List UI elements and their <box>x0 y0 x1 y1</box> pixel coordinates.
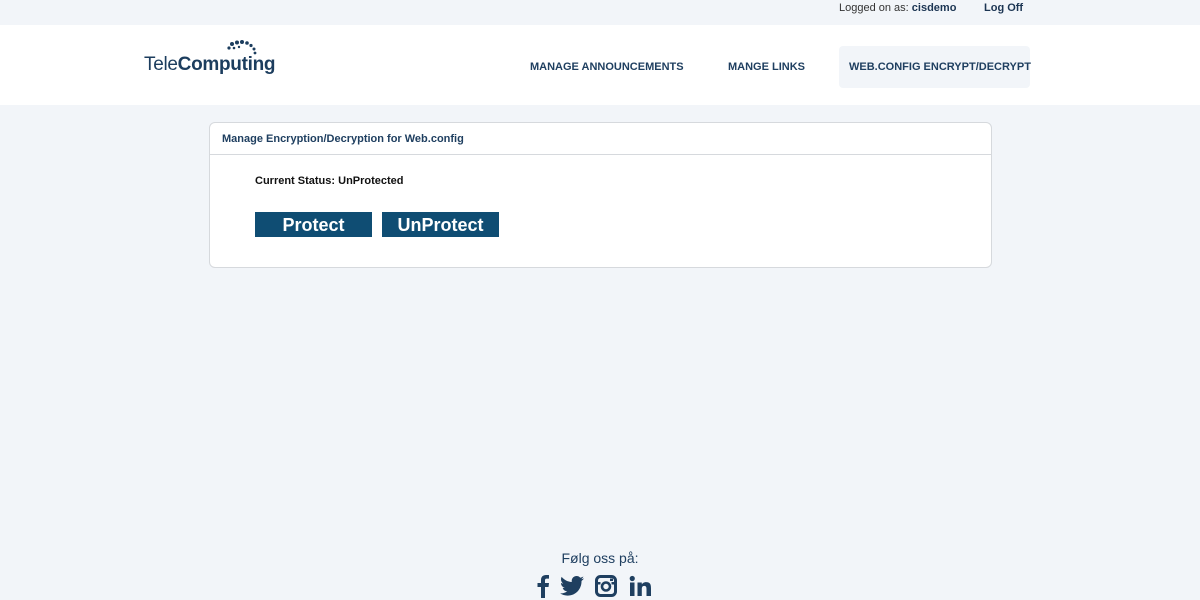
top-bar: Logged on as: cisdemo Log Off <box>0 0 1200 25</box>
logged-on-text: Logged on as: cisdemo <box>839 2 956 14</box>
nav-manage-announcements[interactable]: MANAGE ANNOUNCEMENTS <box>530 61 684 73</box>
nav-mange-links[interactable]: MANGE LINKS <box>728 61 805 73</box>
facebook-icon[interactable] <box>530 573 556 599</box>
log-off-link[interactable]: Log Off <box>984 2 1023 14</box>
encryption-panel: Manage Encryption/Decryption for Web.con… <box>209 122 992 268</box>
nav-web-config-encrypt-decrypt[interactable]: WEB.CONFIG ENCRYPT/DECRYPT <box>849 61 1031 73</box>
unprotect-button[interactable]: UnProtect <box>382 212 499 237</box>
logo-text-light: Tele <box>144 54 178 75</box>
status-value: UnProtected <box>338 175 404 187</box>
current-status: Current Status: UnProtected <box>255 175 404 187</box>
linkedin-icon[interactable] <box>627 573 653 599</box>
logged-on-prefix: Logged on as: <box>839 2 909 14</box>
protect-button[interactable]: Protect <box>255 212 372 237</box>
follow-us-label: Følg oss på: <box>561 550 639 566</box>
username: cisdemo <box>911 2 957 14</box>
logo-text: TeleComputing <box>144 54 276 76</box>
instagram-icon[interactable] <box>593 573 619 599</box>
logo-text-bold: Computing <box>177 54 276 75</box>
panel-title: Manage Encryption/Decryption for Web.con… <box>210 123 991 155</box>
twitter-icon[interactable] <box>559 573 585 599</box>
site-header: TeleComputing MANAGE ANNOUNCEMENTS MANGE… <box>0 25 1200 105</box>
telecomputing-logo[interactable]: TeleComputing <box>144 40 284 80</box>
status-label: Current Status: <box>255 175 336 187</box>
